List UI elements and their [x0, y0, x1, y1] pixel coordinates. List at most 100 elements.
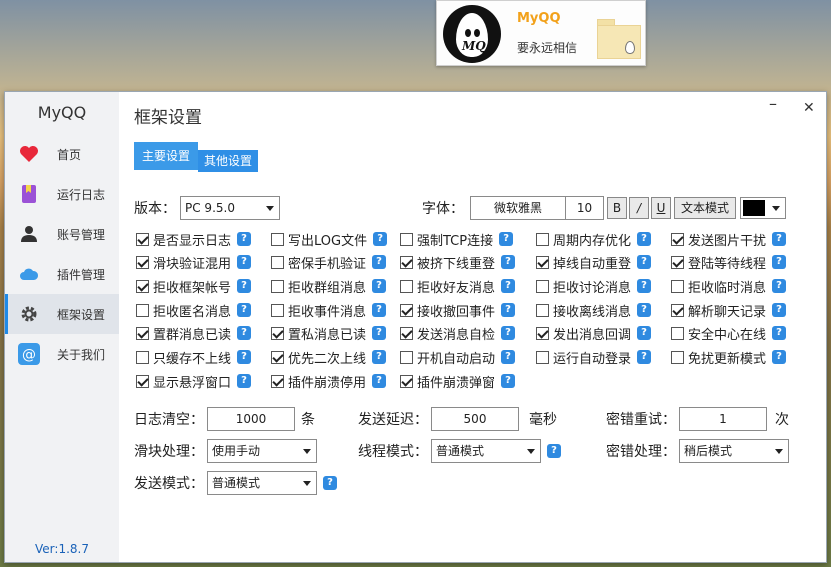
help-icon[interactable]: ?: [372, 279, 387, 293]
option-checkbox[interactable]: 拒收匿名消息?: [136, 300, 252, 320]
checkbox-checked[interactable]: [400, 374, 413, 388]
checkbox-checked[interactable]: [271, 326, 284, 340]
option-checkbox[interactable]: 接收离线消息?: [536, 300, 652, 320]
help-icon[interactable]: ?: [772, 279, 787, 293]
help-icon[interactable]: ?: [237, 374, 252, 388]
checkbox-unchecked[interactable]: [536, 279, 549, 293]
option-checkbox[interactable]: 拒收框架帐号?: [136, 276, 252, 296]
option-checkbox[interactable]: 接收撤回事件?: [400, 300, 516, 320]
help-icon[interactable]: ?: [372, 326, 387, 340]
help-icon[interactable]: ?: [772, 232, 787, 246]
font-size-field[interactable]: 10: [566, 196, 604, 220]
checkbox-checked[interactable]: [400, 255, 413, 269]
option-checkbox[interactable]: 强制TCP连接?: [400, 229, 514, 249]
sidebar-item-accounts[interactable]: 账号管理: [5, 214, 119, 254]
checkbox-checked[interactable]: [136, 326, 149, 340]
option-checkbox[interactable]: 开机自动启动?: [400, 347, 516, 367]
checkbox-unchecked[interactable]: [671, 350, 684, 364]
bold-button[interactable]: B: [607, 197, 627, 219]
color-picker[interactable]: [740, 197, 786, 219]
tab-other-settings[interactable]: 其他设置: [198, 150, 259, 172]
checkbox-checked[interactable]: [671, 303, 684, 317]
help-icon[interactable]: ?: [237, 232, 252, 246]
close-button[interactable]: ✕: [803, 100, 815, 116]
thread-select[interactable]: 普通模式: [431, 439, 541, 463]
help-icon[interactable]: ?: [501, 374, 516, 388]
sidebar-item-settings[interactable]: 框架设置: [5, 294, 119, 334]
checkbox-checked[interactable]: [271, 374, 284, 388]
help-icon[interactable]: ?: [637, 303, 652, 317]
help-icon[interactable]: ?: [237, 255, 252, 269]
checkbox-checked[interactable]: [536, 326, 549, 340]
checkbox-unchecked[interactable]: [136, 350, 149, 364]
help-icon[interactable]: ?: [499, 232, 514, 246]
sidebar-item-about[interactable]: @ 关于我们: [5, 334, 119, 374]
help-icon[interactable]: ?: [501, 255, 516, 269]
checkbox-unchecked[interactable]: [536, 350, 549, 364]
option-checkbox[interactable]: 密保手机验证?: [271, 252, 387, 272]
help-icon[interactable]: ?: [501, 279, 516, 293]
help-icon[interactable]: ?: [637, 326, 652, 340]
option-checkbox[interactable]: 掉线自动重登?: [536, 252, 652, 272]
checkbox-unchecked[interactable]: [400, 232, 413, 246]
option-checkbox[interactable]: 被挤下线重登?: [400, 252, 516, 272]
option-checkbox[interactable]: 发送消息自检?: [400, 323, 516, 343]
option-checkbox[interactable]: 拒收好友消息?: [400, 276, 516, 296]
checkbox-checked[interactable]: [271, 350, 284, 364]
option-checkbox[interactable]: 运行自动登录?: [536, 347, 652, 367]
italic-button[interactable]: /: [629, 197, 649, 219]
sidebar-item-home[interactable]: 首页: [5, 134, 119, 174]
option-checkbox[interactable]: 周期内存优化?: [536, 229, 652, 249]
checkbox-checked[interactable]: [536, 255, 549, 269]
option-checkbox[interactable]: 滑块验证混用?: [136, 252, 252, 272]
checkbox-checked[interactable]: [671, 232, 684, 246]
help-icon[interactable]: ?: [772, 303, 787, 317]
help-icon[interactable]: ?: [372, 374, 387, 388]
checkbox-checked[interactable]: [400, 303, 413, 317]
checkbox-unchecked[interactable]: [536, 232, 549, 246]
help-icon[interactable]: ?: [372, 350, 387, 364]
font-name-field[interactable]: 微软雅黑: [470, 196, 566, 220]
checkbox-checked[interactable]: [136, 374, 149, 388]
checkbox-checked[interactable]: [136, 279, 149, 293]
checkbox-unchecked[interactable]: [400, 279, 413, 293]
help-icon[interactable]: ?: [501, 350, 516, 364]
pwd-retry-input[interactable]: 1: [679, 407, 767, 431]
help-icon[interactable]: ?: [323, 476, 337, 490]
checkbox-unchecked[interactable]: [136, 303, 149, 317]
checkbox-checked[interactable]: [136, 255, 149, 269]
help-icon[interactable]: ?: [372, 255, 387, 269]
help-icon[interactable]: ?: [501, 326, 516, 340]
option-checkbox[interactable]: 拒收讨论消息?: [536, 276, 652, 296]
pwd-handle-select[interactable]: 稍后模式: [679, 439, 789, 463]
log-clear-input[interactable]: 1000: [207, 407, 295, 431]
checkbox-unchecked[interactable]: [271, 303, 284, 317]
option-checkbox[interactable]: 拒收事件消息?: [271, 300, 387, 320]
option-checkbox[interactable]: 置群消息已读?: [136, 323, 252, 343]
option-checkbox[interactable]: 只缓存不上线?: [136, 347, 252, 367]
underline-button[interactable]: U: [651, 197, 671, 219]
help-icon[interactable]: ?: [772, 326, 787, 340]
option-checkbox[interactable]: 插件崩溃弹窗?: [400, 371, 516, 391]
checkbox-unchecked[interactable]: [271, 255, 284, 269]
option-checkbox[interactable]: 拒收临时消息?: [671, 276, 787, 296]
help-icon[interactable]: ?: [637, 232, 652, 246]
send-mode-select[interactable]: 普通模式: [207, 471, 317, 495]
option-checkbox[interactable]: 写出LOG文件?: [271, 229, 388, 249]
profile-card[interactable]: MQ MyQQ 要永远相信: [436, 0, 646, 66]
help-icon[interactable]: ?: [372, 303, 387, 317]
help-icon[interactable]: ?: [237, 326, 252, 340]
help-icon[interactable]: ?: [237, 303, 252, 317]
option-checkbox[interactable]: 拒收群组消息?: [271, 276, 387, 296]
slider-select[interactable]: 使用手动: [207, 439, 317, 463]
option-checkbox[interactable]: 解析聊天记录?: [671, 300, 787, 320]
checkbox-checked[interactable]: [400, 326, 413, 340]
option-checkbox[interactable]: 是否显示日志?: [136, 229, 252, 249]
checkbox-unchecked[interactable]: [271, 279, 284, 293]
help-icon[interactable]: ?: [237, 279, 252, 293]
option-checkbox[interactable]: 发送图片干扰?: [671, 229, 787, 249]
help-icon[interactable]: ?: [501, 303, 516, 317]
help-icon[interactable]: ?: [772, 255, 787, 269]
send-delay-input[interactable]: 500: [431, 407, 519, 431]
help-icon[interactable]: ?: [237, 350, 252, 364]
